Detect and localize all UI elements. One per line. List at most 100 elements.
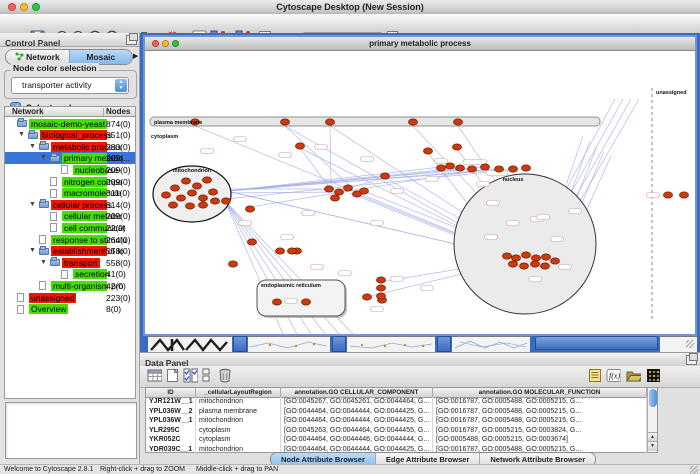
network-node[interactable] — [325, 186, 334, 192]
network-node[interactable] — [495, 166, 504, 172]
network-node[interactable] — [188, 190, 197, 196]
tree-row[interactable]: ▼biological_process651(0) — [5, 129, 135, 141]
network-node[interactable] — [288, 248, 297, 254]
tree-expand-arrow[interactable]: ▼ — [40, 259, 47, 267]
import-attributes-icon[interactable] — [626, 368, 641, 383]
network-node[interactable] — [453, 144, 462, 150]
notes-icon[interactable] — [588, 368, 603, 383]
tab-mosaic[interactable]: Mosaic — [69, 50, 133, 64]
tree-row[interactable]: ▼cellular process614(0) — [5, 199, 135, 211]
tree-row[interactable]: ▼primary metabo209(... — [5, 152, 135, 164]
table-row[interactable]: YKR052Ccytoplasm[GO:0044464, GO:0044446,… — [146, 435, 647, 445]
scroll-down-button[interactable]: ▼ — [648, 441, 657, 451]
new-attribute-icon[interactable] — [166, 368, 181, 383]
network-node[interactable] — [296, 143, 305, 149]
background-window-corner[interactable] — [332, 336, 346, 352]
delete-attribute-icon[interactable] — [218, 368, 233, 383]
network-node[interactable] — [199, 195, 208, 201]
tree-row[interactable]: macromolecule311(0) — [5, 187, 135, 199]
network-node[interactable] — [162, 192, 171, 198]
network-node[interactable] — [246, 206, 255, 212]
network-frame-titlebar[interactable]: primary metabolic process — [145, 37, 695, 51]
network-node[interactable] — [468, 166, 477, 172]
frame-minimize-button[interactable] — [162, 40, 169, 47]
tree-row[interactable]: response to stimulu264(0) — [5, 234, 135, 246]
table-vertical-scrollbar[interactable]: ▲ ▼ — [647, 388, 657, 452]
table-column-header[interactable]: annotation.GO CELLULAR_COMPONENT — [281, 388, 433, 397]
network-node[interactable] — [437, 165, 446, 171]
network-node[interactable] — [541, 263, 550, 269]
attribute-table[interactable]: ID_cellularLayoutRegionannotation.GO CEL… — [145, 387, 658, 453]
table-row[interactable]: YPL036W__2plasma membrane[GO:0044464, GO… — [146, 407, 647, 417]
network-node[interactable] — [229, 261, 238, 267]
tree-row[interactable]: cellular metabo209(0) — [5, 210, 135, 222]
network-node[interactable] — [481, 164, 490, 170]
zoom-window-button[interactable] — [32, 3, 40, 11]
network-node[interactable] — [248, 239, 257, 245]
heatmap-icon[interactable] — [646, 368, 661, 383]
tree-row[interactable]: cell communicat22(0) — [5, 222, 135, 234]
float-panel-icon[interactable] — [686, 355, 697, 365]
network-tree-header[interactable]: Network Nodes — [4, 106, 136, 117]
formula-icon[interactable]: f(x) — [606, 368, 621, 383]
tree-row[interactable]: ▼metabolic process280(0) — [5, 141, 135, 153]
tree-row[interactable]: unassigned223(0) — [5, 292, 135, 304]
network-node[interactable] — [211, 198, 220, 204]
tree-row[interactable]: ▼transport558(0) — [5, 257, 135, 269]
network-node[interactable] — [512, 255, 521, 261]
network-node[interactable] — [360, 188, 369, 194]
network-node[interactable] — [273, 299, 282, 305]
tree-row[interactable]: ▼establishment of lo558(0) — [5, 245, 135, 257]
background-window-corner[interactable] — [437, 336, 451, 352]
plasma-membrane-region[interactable] — [150, 117, 600, 126]
tree-expand-arrow[interactable]: ▼ — [29, 247, 36, 255]
network-node[interactable] — [302, 299, 311, 305]
tree-row[interactable]: mosaic-demo-yeast874(0) — [5, 118, 135, 130]
close-window-button[interactable] — [8, 3, 16, 11]
network-node[interactable] — [520, 263, 529, 269]
table-row[interactable]: YLR295Ccytoplasm[GO:0045263, GO:0044464,… — [146, 426, 647, 436]
network-node[interactable] — [335, 189, 344, 195]
network-node[interactable] — [199, 202, 208, 208]
network-node[interactable] — [531, 261, 540, 267]
network-node[interactable] — [281, 119, 290, 125]
background-window-fragment[interactable] — [347, 336, 435, 352]
background-window-fragment[interactable] — [248, 336, 330, 352]
frame-zoom-button[interactable] — [172, 40, 179, 47]
network-node[interactable] — [509, 261, 518, 267]
network-node[interactable] — [664, 192, 673, 198]
table-row[interactable]: YJR121W__1mitochondrion[GO:0045267, GO:0… — [146, 397, 647, 407]
minimize-window-button[interactable] — [20, 3, 28, 11]
network-node[interactable] — [454, 119, 463, 125]
background-window-corner[interactable] — [233, 336, 247, 352]
tab-overflow-arrow[interactable]: ▶ — [133, 52, 138, 60]
table-column-header[interactable]: annotation.GO MOLECULAR_FUNCTION — [433, 388, 647, 397]
network-node[interactable] — [551, 258, 560, 264]
tab-network[interactable]: Network — [6, 50, 69, 64]
network-node[interactable] — [186, 203, 195, 209]
network-node[interactable] — [377, 285, 386, 291]
network-node[interactable] — [276, 248, 285, 254]
network-node[interactable] — [377, 293, 386, 299]
network-node[interactable] — [326, 119, 335, 125]
scrollbar-thumb[interactable] — [649, 389, 657, 407]
network-node[interactable] — [542, 254, 551, 260]
network-node[interactable] — [409, 119, 418, 125]
network-node[interactable] — [381, 173, 390, 179]
network-node[interactable] — [193, 183, 202, 189]
birdseye-view[interactable] — [5, 402, 137, 459]
tree-expand-arrow[interactable]: ▼ — [29, 143, 36, 151]
tree-expand-arrow[interactable]: ▼ — [18, 131, 25, 139]
network-graph[interactable]: plasma membranecytoplasmmitochondrionnuc… — [145, 51, 695, 334]
network-node[interactable] — [203, 177, 212, 183]
float-panel-icon[interactable] — [126, 35, 137, 45]
network-node[interactable] — [377, 277, 386, 283]
network-node[interactable] — [522, 252, 531, 258]
table-row[interactable]: YPL036W__1mitochondrion[GO:0044464, GO:0… — [146, 416, 647, 426]
background-window-fragment[interactable] — [148, 336, 232, 352]
network-node[interactable] — [209, 189, 218, 195]
network-node[interactable] — [222, 198, 231, 204]
node-color-dropdown[interactable]: transporter activity ▲▼ — [11, 77, 129, 94]
network-node[interactable] — [363, 294, 372, 300]
network-node[interactable] — [456, 165, 465, 171]
